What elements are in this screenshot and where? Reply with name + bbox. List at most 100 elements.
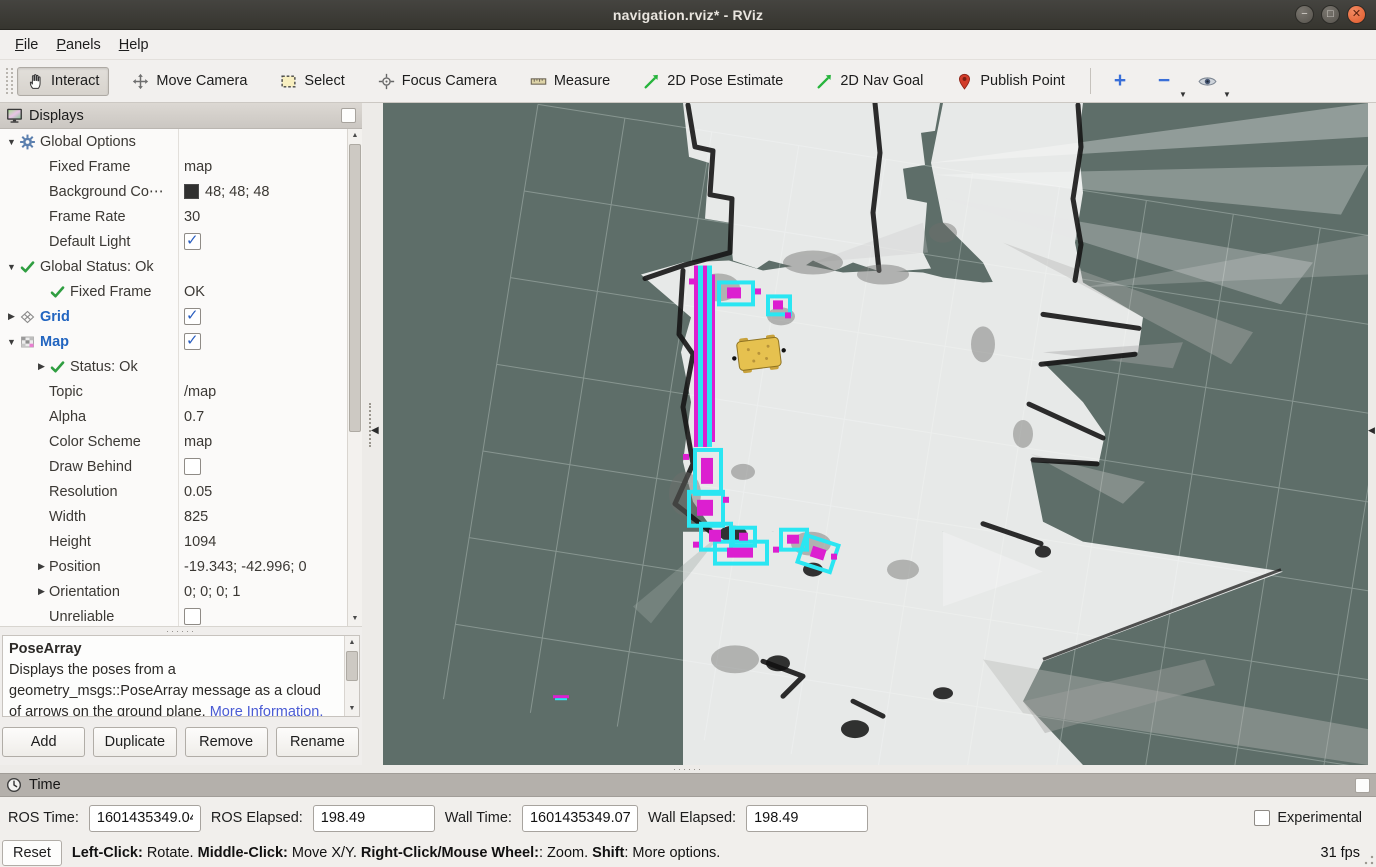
menu-help[interactable]: Help [110,33,158,57]
time-field-input-wall-elapsed[interactable] [746,805,868,832]
color-swatch[interactable] [184,184,199,199]
tree-row-color-scheme[interactable]: Color Schememap [0,429,347,454]
property-checkbox[interactable] [184,308,201,325]
property-checkbox[interactable] [184,608,201,625]
tool-select[interactable]: Select [270,67,354,96]
time-field-input-ros-time[interactable] [89,805,201,832]
more-information-link[interactable]: More Information. [210,704,324,717]
titlebar[interactable]: navigation.rviz* - RViz − □ ✕ [0,0,1376,30]
menu-panels[interactable]: Panels [47,33,109,57]
dropdown-caret-icon[interactable]: ▼ [1223,90,1231,99]
property-value-text[interactable]: OK [184,284,205,300]
description-scrollbar[interactable]: ▲▼ [344,636,359,716]
viewport-time-splitter[interactable]: ······ [0,765,1376,773]
tool-move-camera[interactable]: Move Camera [122,67,257,96]
property-value-text[interactable]: 825 [184,509,208,525]
tree-row-topic[interactable]: Topic/map [0,379,347,404]
property-checkbox[interactable] [184,233,201,250]
property-value-text[interactable]: map [184,159,212,175]
expander-closed-icon[interactable] [34,586,49,597]
expander-closed-icon[interactable] [4,311,19,322]
tree-row-label-cell: Background Co⋯ [0,184,178,200]
close-button[interactable]: ✕ [1347,5,1366,24]
property-checkbox[interactable] [184,458,201,475]
tree-row-grid[interactable]: Grid [0,304,347,329]
tree-row-fixed-frame[interactable]: Fixed FrameOK [0,279,347,304]
scrollbar-thumb[interactable] [349,144,361,432]
tree-row-draw-behind[interactable]: Draw Behind [0,454,347,479]
property-value-text[interactable]: -19.343; -42.996; 0 [184,559,307,575]
viewtool-zoom-out[interactable]: −▼ [1149,67,1179,95]
tree-row-background-co[interactable]: Background Co⋯ 48; 48; 48 [0,179,347,204]
tool-2d-pose-estimate[interactable]: 2D Pose Estimate [633,67,793,96]
button-remove[interactable]: Remove [185,727,268,757]
collapse-left-icon[interactable]: ◀ [371,425,379,436]
tool-interact[interactable]: Interact [17,67,109,96]
property-value-text[interactable]: 1094 [184,534,216,550]
displays-viewport-splitter[interactable]: ◀ [362,103,383,765]
property-checkbox[interactable] [184,333,201,350]
toolbar-drag-handle[interactable] [6,68,13,94]
scroll-up-icon[interactable]: ▲ [345,636,359,650]
viewtool-visibility[interactable]: ▼ [1193,67,1223,95]
tree-row-position[interactable]: Position-19.343; -42.996; 0 [0,554,347,579]
3d-viewport[interactable] [383,103,1368,765]
button-rename[interactable]: Rename [276,727,359,757]
tree-row-height[interactable]: Height1094 [0,529,347,554]
collapse-right-icon[interactable]: ◀ [1368,425,1375,436]
menu-file[interactable]: File [6,33,47,57]
tree-scrollbar[interactable]: ▲▼ [347,129,362,626]
property-value-text[interactable]: 0.05 [184,484,212,500]
tree-row-global-status-ok[interactable]: Global Status: Ok [0,254,347,279]
button-add[interactable]: Add [2,727,85,757]
experimental-checkbox[interactable] [1254,810,1270,826]
tool-measure[interactable]: Measure [520,67,620,96]
property-value-text[interactable]: 0.7 [184,409,204,425]
scrollbar-thumb[interactable] [346,651,358,681]
reset-button[interactable]: Reset [2,840,62,866]
tree-row-unreliable[interactable]: Unreliable [0,604,347,627]
property-value-text[interactable]: 30 [184,209,200,225]
tree-row-orientation[interactable]: Orientation0; 0; 0; 1 [0,579,347,604]
tree-row-resolution[interactable]: Resolution0.05 [0,479,347,504]
maximize-button[interactable]: □ [1321,5,1340,24]
tree-row-width[interactable]: Width825 [0,504,347,529]
tree-row-status-ok[interactable]: Status: Ok [0,354,347,379]
scroll-up-icon[interactable]: ▲ [348,129,362,143]
expander-closed-icon[interactable] [34,361,49,372]
right-panel-handle[interactable]: ◀ [1368,103,1376,765]
tree-row-fixed-frame[interactable]: Fixed Framemap [0,154,347,179]
scroll-down-icon[interactable]: ▼ [348,612,362,626]
tree-row-alpha[interactable]: Alpha0.7 [0,404,347,429]
time-field-input-ros-elapsed[interactable] [313,805,435,832]
experimental-checkbox-label[interactable]: Experimental [1254,810,1362,826]
time-field-input-wall-time[interactable] [522,805,638,832]
tree-description-splitter[interactable]: ······ [0,627,362,635]
tree-row-map[interactable]: Map [0,329,347,354]
property-value-text[interactable]: map [184,434,212,450]
expander-open-icon[interactable] [4,137,19,147]
tree-row-global-options[interactable]: Global Options [0,129,347,154]
minimize-button[interactable]: − [1295,5,1314,24]
expander-open-icon[interactable] [4,337,19,347]
tree-row-default-light[interactable]: Default Light [0,229,347,254]
displays-float-button[interactable] [341,108,356,123]
tool-focus-camera[interactable]: Focus Camera [368,67,507,96]
button-duplicate[interactable]: Duplicate [93,727,176,757]
dropdown-caret-icon[interactable]: ▼ [1179,90,1187,99]
viewtool-zoom-in[interactable]: + [1105,67,1135,95]
tool-2d-nav-goal[interactable]: 2D Nav Goal [806,67,933,96]
time-float-button[interactable] [1355,778,1370,793]
expander-open-icon[interactable] [4,262,19,272]
tool-publish-point[interactable]: Publish Point [946,67,1075,96]
scroll-down-icon[interactable]: ▼ [345,702,359,716]
fps-counter: 31 fps [1321,845,1361,861]
property-value-text[interactable]: 48; 48; 48 [205,184,270,200]
time-panel-header[interactable]: Time [0,773,1376,797]
expander-closed-icon[interactable] [34,561,49,572]
tree-row-frame-rate[interactable]: Frame Rate30 [0,204,347,229]
resize-grip[interactable] [1364,855,1374,865]
property-value-text[interactable]: 0; 0; 0; 1 [184,584,240,600]
property-value-text[interactable]: /map [184,384,216,400]
displays-panel-header[interactable]: Displays [0,103,362,129]
